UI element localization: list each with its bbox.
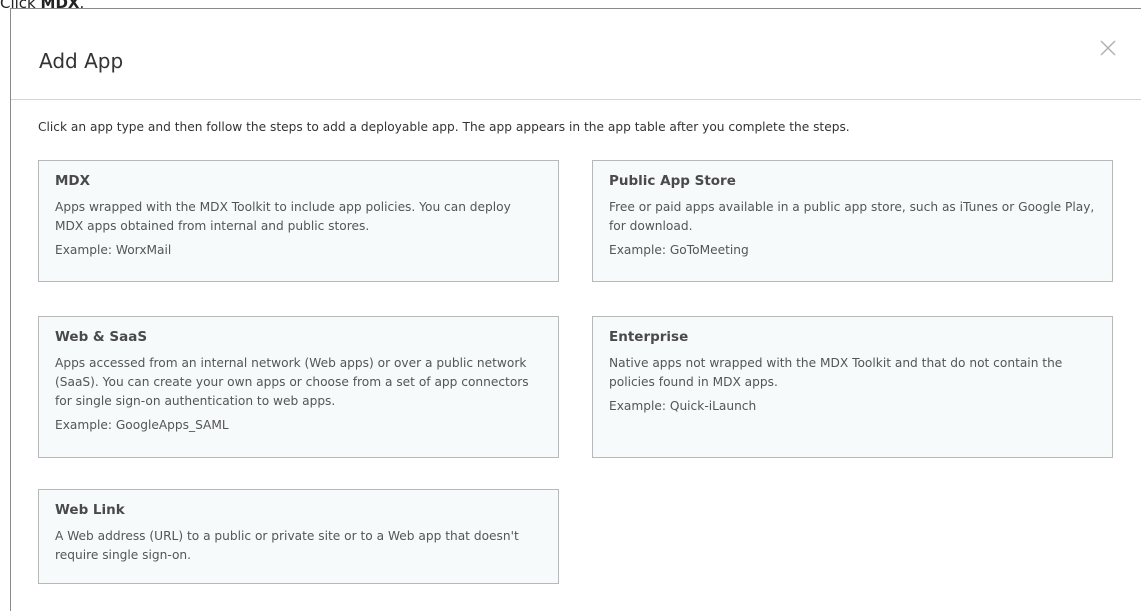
add-app-dialog: Add App Click an app type and then follo… bbox=[10, 8, 1141, 611]
card-title: Public App Store bbox=[609, 173, 736, 189]
card-description: A Web address (URL) to a public or priva… bbox=[55, 529, 519, 562]
close-button[interactable] bbox=[1097, 37, 1119, 59]
card-description: Apps wrapped with the MDX Toolkit to inc… bbox=[55, 200, 511, 233]
card-description: Native apps not wrapped with the MDX Too… bbox=[609, 356, 1063, 389]
dialog-title: Add App bbox=[39, 49, 124, 73]
card-description: Apps accessed from an internal network (… bbox=[55, 356, 529, 408]
card-example: Example: GoToMeeting bbox=[609, 243, 749, 257]
card-mdx[interactable]: MDX Apps wrapped with the MDX Toolkit to… bbox=[38, 160, 559, 282]
card-example: Example: GoogleApps_SAML bbox=[55, 418, 229, 432]
card-title: Web Link bbox=[55, 502, 125, 518]
card-title: MDX bbox=[55, 173, 91, 189]
card-example: Example: WorxMail bbox=[55, 243, 172, 257]
card-description: Free or paid apps available in a public … bbox=[609, 200, 1095, 233]
card-enterprise[interactable]: Enterprise Native apps not wrapped with … bbox=[592, 316, 1113, 458]
close-icon bbox=[1100, 40, 1116, 56]
card-web-link[interactable]: Web Link A Web address (URL) to a public… bbox=[38, 489, 559, 584]
card-web-saas[interactable]: Web & SaaS Apps accessed from an interna… bbox=[38, 316, 559, 458]
card-example: Example: Quick-iLaunch bbox=[609, 399, 757, 413]
dialog-header: Add App bbox=[11, 9, 1141, 100]
card-public-app-store[interactable]: Public App Store Free or paid apps avail… bbox=[592, 160, 1113, 282]
card-title: Enterprise bbox=[609, 329, 689, 345]
card-title: Web & SaaS bbox=[55, 329, 148, 345]
dialog-intro: Click an app type and then follow the st… bbox=[38, 120, 850, 134]
